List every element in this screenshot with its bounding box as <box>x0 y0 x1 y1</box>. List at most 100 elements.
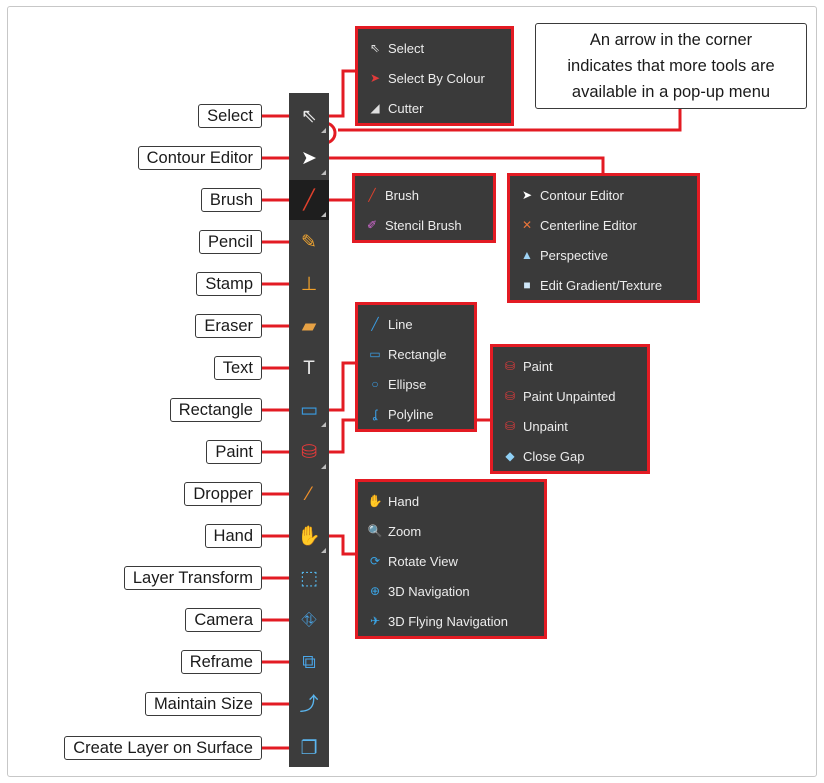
menu-item-label: Close Gap <box>523 448 585 464</box>
menu-item-label: Contour Editor <box>540 187 624 203</box>
menu-item-rotate-view[interactable]: ⟳ Rotate View <box>366 546 534 576</box>
brush-icon: ╱ <box>368 188 376 202</box>
hand-icon: ✋ <box>367 494 383 508</box>
menu-item-hand[interactable]: ✋ Hand <box>366 486 534 516</box>
tool-contour-editor[interactable]: ➤ <box>289 138 329 178</box>
tool-label-text: Text <box>213 356 262 380</box>
tool-reframe[interactable]: ⧉ <box>289 642 329 682</box>
tool-label-camera: Camera <box>185 608 262 632</box>
menu-item-edit-gradient-texture[interactable]: ■ Edit Gradient/Texture <box>518 270 687 300</box>
menu-item-polyline[interactable]: ʆ Polyline <box>366 399 464 429</box>
menu-item-3d-flying-navigation[interactable]: ✈ 3D Flying Navigation <box>366 606 534 636</box>
brush-icon: ╱ <box>303 189 315 211</box>
menu-item-label: Polyline <box>388 406 434 422</box>
tool-camera[interactable]: ⛗ <box>289 600 329 640</box>
maintain-size-icon: ⤴ <box>299 693 319 715</box>
centerline-editor-icon: ✕ <box>521 218 533 232</box>
dropper-icon: ⁄ <box>307 483 311 505</box>
menu-item-paint-unpainted[interactable]: ⛁ Paint Unpainted <box>501 381 637 411</box>
menu-item-close-gap[interactable]: ◆ Close Gap <box>501 441 637 471</box>
line-icon: ╱ <box>371 317 379 331</box>
menu-item-ellipse[interactable]: ○ Ellipse <box>366 369 464 399</box>
menu-item-label: 3D Flying Navigation <box>388 613 508 629</box>
menu-item-label: Select <box>388 40 425 56</box>
tool-layer-transform[interactable]: ⬚ <box>289 558 329 598</box>
ellipse-icon: ○ <box>371 377 379 391</box>
menu-item-label: Ellipse <box>388 376 427 392</box>
menu-item-cutter[interactable]: ◢ Cutter <box>366 93 501 123</box>
tool-label-dropper: Dropper <box>184 482 262 506</box>
edit-gradient-texture-icon: ■ <box>523 278 531 292</box>
select-by-colour-icon: ➤ <box>369 71 381 85</box>
rectangle-icon: ▭ <box>369 347 381 361</box>
tool-dropper[interactable]: ⁄ <box>289 474 329 514</box>
menu-item-brush[interactable]: ╱ Brush <box>363 180 483 210</box>
tool-maintain-size[interactable]: ⤴ <box>289 684 329 724</box>
more-tools-arrow-icon[interactable] <box>321 464 326 469</box>
corner-arrow-callout: An arrow in the corner indicates that mo… <box>535 23 807 109</box>
menu-item-select-by-colour[interactable]: ➤ Select By Colour <box>366 63 501 93</box>
menu-item-label: Line <box>388 316 413 332</box>
menu-item-label: Stencil Brush <box>385 217 462 233</box>
menu-item-paint[interactable]: ⛁ Paint <box>501 351 637 381</box>
create-layer-on-surface-icon: ❐ <box>300 737 318 759</box>
select-arrow-icon: ⇖ <box>301 105 317 127</box>
rectangle-popup-menu: ╱ Line ▭ Rectangle ○ Ellipse ʆ Polyline <box>355 302 477 432</box>
menu-item-label: Zoom <box>388 523 422 539</box>
tool-label-hand: Hand <box>204 524 262 548</box>
tool-label-create-layer-on-surface: Create Layer on Surface <box>64 736 262 760</box>
reframe-icon: ⧉ <box>302 651 316 673</box>
menu-item-label: Unpaint <box>523 418 568 434</box>
stencil-brush-icon: ✐ <box>366 218 378 232</box>
menu-item-stencil-brush[interactable]: ✐ Stencil Brush <box>363 210 483 240</box>
tool-label-rectangle: Rectangle <box>169 398 262 422</box>
menu-item-label: Centerline Editor <box>540 217 637 233</box>
menu-item-perspective[interactable]: ▲ Perspective <box>518 240 687 270</box>
tool-select[interactable]: ⇖ <box>289 96 329 136</box>
tool-eraser[interactable]: ▰ <box>289 306 329 346</box>
tool-label-eraser: Eraser <box>195 314 262 338</box>
tool-rectangle[interactable]: ▭ <box>289 390 329 430</box>
pencil-icon: ✎ <box>301 231 317 253</box>
more-tools-arrow-icon[interactable] <box>321 422 326 427</box>
menu-item-rectangle[interactable]: ▭ Rectangle <box>366 339 464 369</box>
3d-navigation-icon: ⊕ <box>369 584 381 598</box>
hand-popup-menu: ✋ Hand 🔍 Zoom ⟳ Rotate View ⊕ 3D Navigation ✈ 3D … <box>355 479 547 639</box>
tool-label-contour-editor: Contour Editor <box>137 146 262 170</box>
brush-popup-menu: ╱ Brush ✐ Stencil Brush <box>352 173 496 243</box>
paint-unpainted-icon: ⛁ <box>504 389 516 403</box>
tool-label-brush: Brush <box>200 188 262 212</box>
tool-label-paint: Paint <box>206 440 262 464</box>
tool-label-stamp: Stamp <box>196 272 262 296</box>
more-tools-arrow-icon[interactable] <box>321 548 326 553</box>
tool-label-pencil: Pencil <box>199 230 262 254</box>
tool-brush[interactable]: ╱ <box>289 180 329 220</box>
tool-label-reframe: Reframe <box>180 650 262 674</box>
tool-text[interactable]: T <box>289 348 329 388</box>
select-popup-menu: ⇖ Select ➤ Select By Colour ◢ Cutter <box>355 26 514 126</box>
unpaint-icon: ⛁ <box>504 419 516 433</box>
paint-bucket-icon: ⛁ <box>301 441 317 463</box>
tool-hand[interactable]: ✋ <box>289 516 329 556</box>
menu-item-zoom[interactable]: 🔍 Zoom <box>366 516 534 546</box>
tool-create-layer-on-surface[interactable]: ❐ <box>289 728 329 768</box>
menu-item-unpaint[interactable]: ⛁ Unpaint <box>501 411 637 441</box>
menu-item-label: Hand <box>388 493 420 509</box>
tool-paint[interactable]: ⛁ <box>289 432 329 472</box>
paint-popup-menu: ⛁ Paint ⛁ Paint Unpainted ⛁ Unpaint ◆ Close Gap <box>490 344 650 474</box>
more-tools-arrow-icon[interactable] <box>321 128 326 133</box>
tool-stamp[interactable]: ⊥ <box>289 264 329 304</box>
menu-item-select[interactable]: ⇖ Select <box>366 33 501 63</box>
more-tools-arrow-icon[interactable] <box>321 212 326 217</box>
tool-pencil[interactable]: ✎ <box>289 222 329 262</box>
zoom-icon: 🔍 <box>367 524 383 538</box>
3d-flying-navigation-icon: ✈ <box>369 614 381 628</box>
menu-item-centerline-editor[interactable]: ✕ Centerline Editor <box>518 210 687 240</box>
menu-item-line[interactable]: ╱ Line <box>366 309 464 339</box>
menu-item-label: Brush <box>385 187 419 203</box>
more-tools-arrow-icon[interactable] <box>321 170 326 175</box>
menu-item-3d-navigation[interactable]: ⊕ 3D Navigation <box>366 576 534 606</box>
rectangle-icon: ▭ <box>300 399 318 421</box>
menu-item-contour-editor[interactable]: ➤ Contour Editor <box>518 180 687 210</box>
layer-transform-icon: ⬚ <box>300 567 318 589</box>
